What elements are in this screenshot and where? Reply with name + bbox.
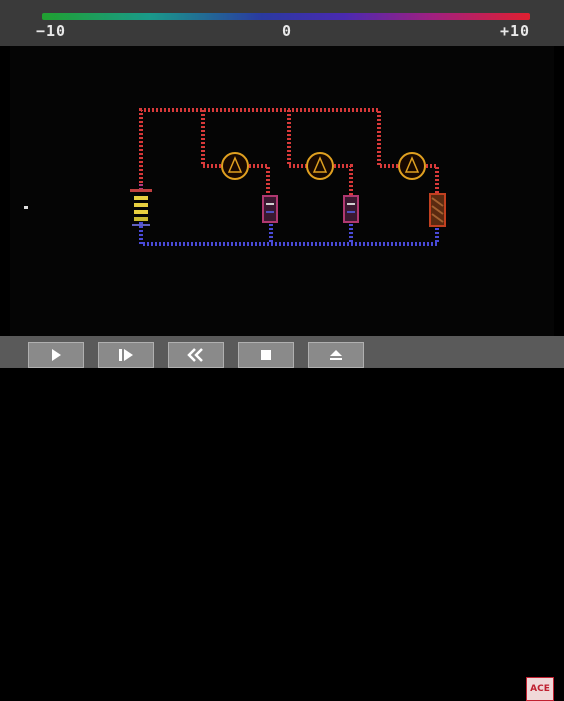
scale-min-label: −10 (36, 22, 67, 40)
step-forward-icon (119, 349, 133, 361)
high-potential-wires (139, 108, 439, 196)
play-icon (52, 349, 61, 361)
resistor-icon[interactable] (343, 195, 359, 223)
scale-max-label: +10 (500, 22, 531, 40)
rewind-button[interactable] (168, 342, 224, 368)
wire-branch-2 (287, 110, 310, 168)
resistor-icon[interactable] (429, 193, 446, 227)
wire-branch-1 (201, 110, 225, 168)
bulb-icon[interactable] (221, 152, 249, 180)
battery-icon[interactable] (130, 189, 152, 226)
low-potential-wires (139, 220, 439, 246)
bulb-icon[interactable] (306, 152, 334, 180)
wire-bottom-main (139, 222, 439, 246)
potential-gradient-bar (42, 13, 530, 20)
play-button[interactable] (28, 342, 84, 368)
rewind-icon (187, 348, 203, 362)
potential-scale: −10 0 +10 (0, 0, 564, 46)
scale-zero-label: 0 (282, 22, 293, 40)
stray-pixel (24, 206, 28, 209)
eject-icon (330, 350, 342, 360)
stop-button[interactable] (238, 342, 294, 368)
app-logo-icon: ACE (526, 677, 554, 701)
stop-icon (261, 350, 271, 360)
circuit-diagram[interactable] (10, 46, 554, 336)
circuit-workspace[interactable] (10, 46, 554, 336)
resistor-icon[interactable] (262, 195, 278, 223)
playback-toolbar: ACE (0, 336, 564, 701)
step-button[interactable] (98, 342, 154, 368)
bulb-icon[interactable] (398, 152, 426, 180)
wire-top-main (139, 108, 402, 183)
wire-bulb1-out (245, 164, 270, 196)
eject-button[interactable] (308, 342, 364, 368)
